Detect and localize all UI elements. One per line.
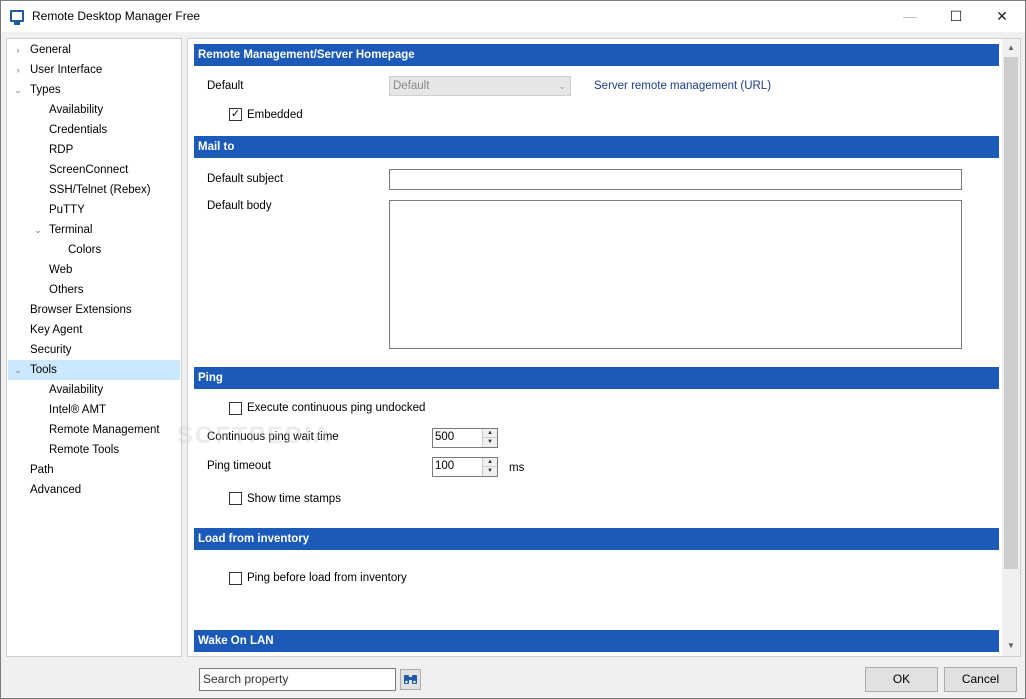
scroll-thumb[interactable]: [1004, 57, 1018, 569]
default-subject-label: Default subject: [207, 173, 284, 185]
show-timestamps-label: Show time stamps: [247, 493, 341, 505]
title-bar: Remote Desktop Manager Free — ☐ ✕: [1, 1, 1025, 32]
ping-timeout-unit: ms: [509, 462, 525, 474]
tree-item-screenconnect[interactable]: ScreenConnect: [49, 160, 128, 180]
vertical-scrollbar[interactable]: ▲ ▼: [1002, 39, 1020, 656]
ok-button[interactable]: OK: [865, 667, 938, 692]
tree-item-colors[interactable]: Colors: [68, 240, 101, 260]
spin-up-icon[interactable]: ▲: [483, 429, 497, 438]
chevron-right-icon[interactable]: ›: [13, 40, 23, 60]
close-button[interactable]: ✕: [979, 1, 1025, 32]
ping-timeout-label: Ping timeout: [207, 460, 271, 472]
chevron-down-icon[interactable]: ⌄: [13, 80, 23, 100]
tree-item-tools-availability[interactable]: Availability: [49, 380, 103, 400]
tree-item-key-agent[interactable]: Key Agent: [30, 320, 82, 340]
server-remote-management-link[interactable]: Server remote management (URL): [594, 80, 771, 92]
default-body-label: Default body: [207, 200, 272, 212]
ping-undocked-checkbox[interactable]: [229, 402, 242, 415]
section-header-mail-to: Mail to: [194, 136, 999, 158]
section-header-ping: Ping: [194, 367, 999, 389]
tree-item-path[interactable]: Path: [30, 460, 54, 480]
minimize-button[interactable]: —: [887, 1, 933, 32]
settings-tree: › General › User Interface ⌄ Types Availabi…: [6, 38, 182, 657]
main-window: Remote Desktop Manager Free — ☐ ✕ › Gener…: [0, 0, 1026, 699]
tree-item-others[interactable]: Others: [49, 280, 84, 300]
tree-item-putty[interactable]: PuTTY: [49, 200, 85, 220]
show-timestamps-checkbox[interactable]: [229, 492, 242, 505]
cancel-button[interactable]: Cancel: [944, 667, 1017, 692]
section-header-inventory: Load from inventory: [194, 528, 999, 550]
tree-item-intel-amt[interactable]: Intel® AMT: [49, 400, 106, 420]
section-header-remote-management: Remote Management/Server Homepage: [194, 44, 999, 66]
scroll-down-icon[interactable]: ▼: [1002, 637, 1020, 654]
ping-before-load-label: Ping before load from inventory: [247, 572, 407, 584]
embedded-label: Embedded: [247, 109, 303, 121]
tree-item-rdp[interactable]: RDP: [49, 140, 73, 160]
default-body-textarea[interactable]: [389, 200, 962, 349]
tree-item-web[interactable]: Web: [49, 260, 72, 280]
binoculars-search-button[interactable]: [400, 669, 421, 690]
tree-item-tools[interactable]: ⌄ Tools: [8, 360, 180, 380]
maximize-button[interactable]: ☐: [933, 1, 979, 32]
window-title: Remote Desktop Manager Free: [32, 9, 201, 23]
tree-item-types-availability[interactable]: Availability: [49, 100, 103, 120]
tree-item-credentials[interactable]: Credentials: [49, 120, 107, 140]
ping-timeout-spinner[interactable]: 100 ▲ ▼: [432, 457, 498, 477]
chevron-right-icon[interactable]: ›: [13, 60, 23, 80]
tree-item-browser-extensions[interactable]: Browser Extensions: [30, 300, 132, 320]
default-dropdown[interactable]: Default ⌄: [389, 76, 571, 96]
spin-up-icon[interactable]: ▲: [483, 458, 497, 467]
spin-down-icon[interactable]: ▼: [483, 467, 497, 476]
chevron-down-icon[interactable]: ⌄: [33, 220, 43, 240]
ping-wait-spinner[interactable]: 500 ▲ ▼: [432, 428, 498, 448]
ping-undocked-label: Execute continuous ping undocked: [247, 402, 426, 414]
chevron-down-icon[interactable]: ⌄: [13, 360, 23, 380]
default-label: Default: [207, 80, 244, 92]
default-subject-input[interactable]: [389, 169, 962, 190]
app-icon: [10, 10, 24, 25]
settings-panel: Remote Management/Server Homepage Defaul…: [187, 38, 1021, 657]
tree-item-remote-management[interactable]: Remote Management: [49, 420, 160, 440]
section-header-wake-on-lan: Wake On LAN: [194, 630, 999, 652]
tree-item-security[interactable]: Security: [30, 340, 72, 360]
embedded-checkbox[interactable]: ✓: [229, 108, 242, 121]
chevron-down-icon: ⌄: [558, 81, 566, 91]
tree-item-advanced[interactable]: Advanced: [30, 480, 81, 500]
watermark-logo: SOFTPEDIA: [177, 422, 333, 449]
tree-item-remote-tools[interactable]: Remote Tools: [49, 440, 119, 460]
search-property-input[interactable]: Search property: [199, 668, 396, 691]
binoculars-icon: [404, 675, 417, 684]
scroll-up-icon[interactable]: ▲: [1002, 39, 1020, 56]
spin-down-icon[interactable]: ▼: [483, 438, 497, 447]
tree-item-ssh-telnet[interactable]: SSH/Telnet (Rebex): [49, 180, 151, 200]
ping-before-load-checkbox[interactable]: [229, 572, 242, 585]
